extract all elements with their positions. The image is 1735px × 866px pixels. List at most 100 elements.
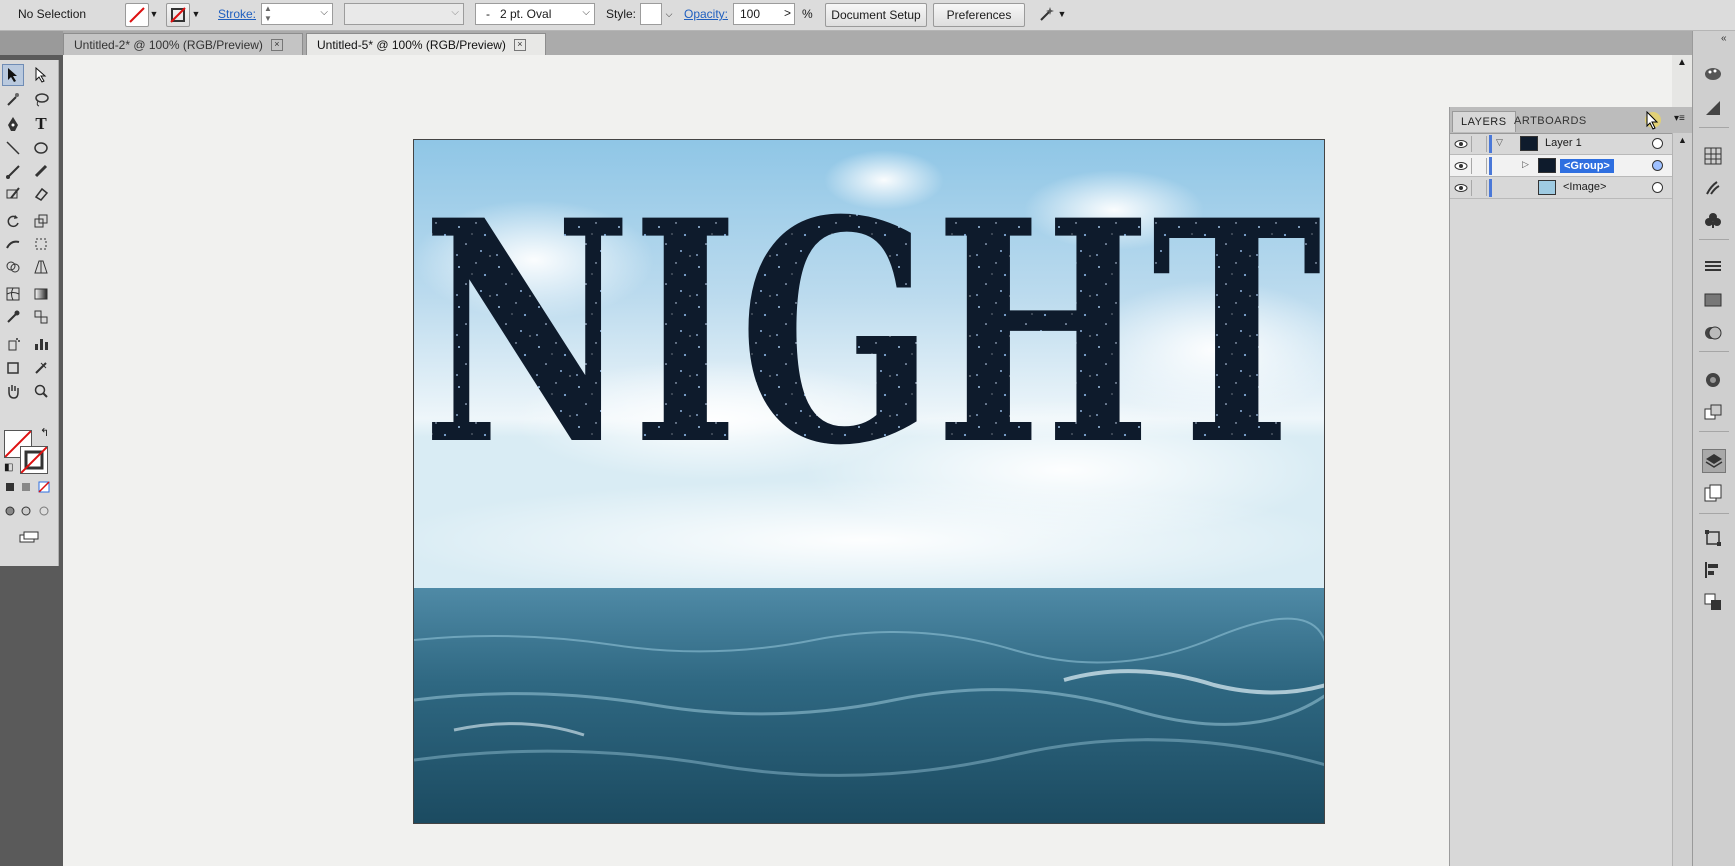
rotate-tool-icon[interactable] — [2, 210, 24, 232]
paintbrush-tool-icon[interactable] — [2, 160, 24, 182]
layer-row-image[interactable]: <Image> — [1450, 177, 1672, 199]
visibility-eye-icon[interactable] — [1454, 181, 1468, 195]
scale-tool-icon[interactable] — [30, 210, 52, 232]
opacity-label-link[interactable]: Opacity: — [684, 3, 728, 25]
transparency-icon[interactable] — [1702, 322, 1724, 344]
scroll-up-icon[interactable]: ▲ — [1678, 135, 1687, 145]
target-circle-icon[interactable] — [1652, 182, 1663, 193]
transform-icon[interactable] — [1702, 527, 1724, 549]
ellipse-tool-icon[interactable] — [30, 137, 52, 159]
style-dropdown-arrow[interactable]: ⌵ — [662, 3, 676, 25]
tab-artboards[interactable]: ARTBOARDS — [1506, 111, 1595, 131]
scroll-up-icon[interactable]: ▲ — [1677, 57, 1687, 68]
color-icon[interactable] — [1702, 97, 1724, 119]
artboards-icon[interactable] — [1702, 482, 1724, 504]
eraser-tool-icon[interactable] — [30, 183, 52, 205]
target-circle-icon[interactable] — [1652, 160, 1663, 171]
lock-toggle[interactable] — [1471, 158, 1487, 174]
stroke-weight-field[interactable]: ▲ ▼ ⌵ — [261, 3, 333, 25]
brush-definition[interactable]: - 2 pt. Oval ⌵ — [475, 3, 595, 25]
graphic-styles-icon[interactable] — [1702, 401, 1724, 423]
default-colors-icon[interactable]: ◧ — [4, 462, 13, 473]
mesh-tool-icon[interactable] — [2, 283, 24, 305]
gradient-mode-icon[interactable] — [18, 476, 34, 498]
shape-builder-tool-icon[interactable] — [2, 256, 24, 278]
layer-row[interactable]: ▽ Layer 1 — [1450, 133, 1672, 155]
draw-behind-icon[interactable] — [18, 500, 34, 522]
fill-dropdown-arrow[interactable]: ▼ — [147, 3, 161, 25]
lock-toggle[interactable] — [1471, 136, 1487, 152]
hand-tool-icon[interactable] — [2, 380, 24, 402]
fill-stroke-widget[interactable]: ↰ ◧ — [4, 427, 52, 476]
pathfinder-icon[interactable] — [1702, 591, 1724, 613]
artboard[interactable]: NIGHT — [413, 139, 1325, 824]
visibility-eye-icon[interactable] — [1454, 137, 1468, 151]
layer-name[interactable]: Layer 1 — [1545, 137, 1582, 149]
opacity-field[interactable]: 100 > — [733, 3, 795, 25]
selection-tool-icon[interactable] — [2, 64, 24, 86]
none-mode-icon[interactable] — [36, 476, 52, 498]
target-circle-icon[interactable] — [1652, 138, 1663, 149]
swatches-icon[interactable] — [1702, 145, 1724, 167]
variable-width-profile[interactable]: ⌵ — [344, 3, 464, 25]
expand-triangle-icon[interactable]: ▽ — [1496, 137, 1503, 148]
symbol-sprayer-tool-icon[interactable] — [2, 333, 24, 355]
direct-selection-tool-icon[interactable] — [30, 64, 52, 86]
dock-collapse-icon[interactable]: « — [1721, 33, 1727, 44]
preferences-button[interactable]: Preferences — [933, 3, 1025, 27]
layer-color-indicator — [1489, 157, 1492, 175]
type-tool-icon[interactable]: T — [30, 113, 52, 135]
magic-wand-icon[interactable] — [1035, 3, 1057, 25]
perspective-grid-tool-icon[interactable] — [30, 256, 52, 278]
image-name[interactable]: <Image> — [1563, 181, 1606, 193]
layer-row-group[interactable]: ▷ <Group> — [1450, 155, 1672, 177]
pencil-tool-icon[interactable] — [30, 160, 52, 182]
gradient-tool-icon[interactable] — [30, 283, 52, 305]
warp-tool-icon[interactable] — [2, 233, 24, 255]
tab-untitled-5[interactable]: Untitled-5* @ 100% (RGB/Preview) × — [306, 33, 546, 55]
graphic-style-swatch[interactable] — [640, 3, 662, 25]
stroke-none-swatch[interactable] — [20, 446, 48, 474]
magic-wand-tool-icon[interactable] — [2, 88, 24, 110]
stroke-swatch[interactable] — [166, 3, 190, 27]
layers-icon[interactable] — [1702, 449, 1726, 473]
expand-triangle-icon[interactable]: ▷ — [1522, 159, 1529, 170]
layers-scrollbar[interactable]: ▲ — [1672, 133, 1693, 866]
blob-brush-tool-icon[interactable] — [2, 183, 24, 205]
artboard-tool-icon[interactable] — [2, 357, 24, 379]
close-icon[interactable]: × — [513, 38, 526, 51]
stroke-label-link[interactable]: Stroke: — [218, 3, 256, 25]
stroke-dropdown-arrow[interactable]: ▼ — [189, 3, 203, 25]
panel-menu-icon[interactable]: ▾≡ — [1674, 113, 1685, 124]
line-tool-icon[interactable] — [2, 137, 24, 159]
document-setup-button[interactable]: Document Setup — [825, 3, 927, 27]
options-dropdown-arrow[interactable]: ▼ — [1057, 3, 1067, 25]
draw-normal-icon[interactable] — [2, 500, 18, 522]
fill-swatch[interactable] — [125, 3, 149, 27]
blend-tool-icon[interactable] — [30, 306, 52, 328]
screen-mode-icon[interactable] — [16, 526, 42, 548]
lasso-tool-icon[interactable] — [30, 88, 52, 110]
swap-arrow-icon[interactable]: ↰ — [40, 426, 49, 439]
symbols-icon[interactable] — [1702, 209, 1724, 231]
free-transform-tool-icon[interactable] — [30, 233, 52, 255]
group-name[interactable]: <Group> — [1560, 159, 1614, 173]
gradient-panel-icon[interactable] — [1702, 289, 1724, 311]
appearance-icon[interactable] — [1702, 369, 1724, 391]
tab-untitled-2[interactable]: Untitled-2* @ 100% (RGB/Preview) × — [63, 33, 303, 55]
brushes-icon[interactable] — [1702, 177, 1724, 199]
eyedropper-tool-icon[interactable] — [2, 306, 24, 328]
visibility-eye-icon[interactable] — [1454, 159, 1468, 173]
pen-tool-icon[interactable] — [2, 113, 24, 135]
lock-toggle[interactable] — [1471, 180, 1487, 196]
draw-inside-icon[interactable] — [36, 500, 52, 522]
stroke-panel-icon[interactable] — [1702, 256, 1724, 278]
close-icon[interactable]: × — [270, 38, 283, 51]
align-icon[interactable] — [1702, 559, 1724, 581]
color-guide-icon[interactable] — [1702, 63, 1724, 85]
slice-tool-icon[interactable] — [30, 357, 52, 379]
zoom-tool-icon[interactable] — [30, 380, 52, 402]
color-mode-icon[interactable] — [2, 476, 18, 498]
column-graph-tool-icon[interactable] — [30, 333, 52, 355]
opacity-percent: % — [802, 7, 813, 21]
